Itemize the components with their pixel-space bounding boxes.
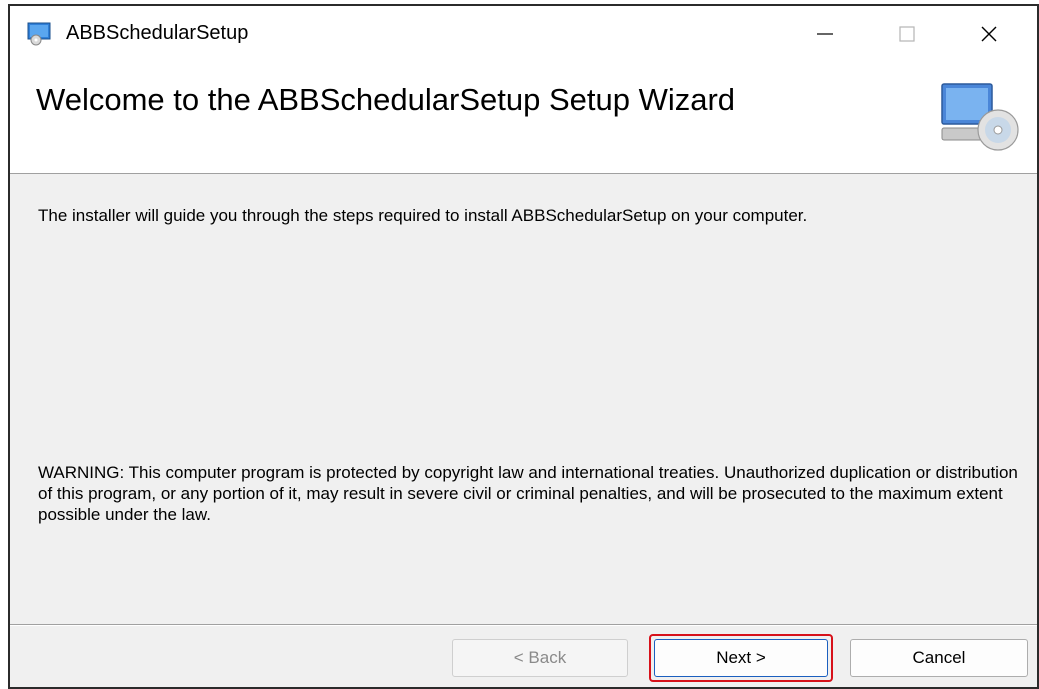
banner-title: Welcome to the ABBSchedularSetup Setup W… (36, 82, 736, 117)
installer-icon (27, 22, 51, 46)
copyright-warning: WARNING: This computer program is protec… (38, 463, 1018, 524)
footer-separator (10, 624, 1037, 626)
title-bar[interactable]: ABBSchedularSetup (10, 6, 1037, 62)
next-button[interactable]: Next > (654, 639, 828, 677)
close-button[interactable] (954, 6, 1024, 62)
maximize-button[interactable] (872, 6, 942, 62)
setup-wizard-window: ABBSchedularSetup Welcome to the ABBSche… (8, 4, 1039, 689)
wizard-banner: Welcome to the ABBSchedularSetup Setup W… (10, 62, 1037, 174)
minimize-button[interactable] (790, 6, 860, 62)
wizard-content: The installer will guide you through the… (10, 175, 1037, 595)
close-icon (981, 26, 997, 42)
minimize-icon (817, 33, 833, 35)
intro-text: The installer will guide you through the… (38, 206, 808, 225)
cancel-button[interactable]: Cancel (850, 639, 1028, 677)
maximize-icon (899, 26, 915, 42)
back-button[interactable]: < Back (452, 639, 628, 677)
computer-cd-icon (941, 83, 1019, 151)
window-title: ABBSchedularSetup (66, 22, 249, 44)
